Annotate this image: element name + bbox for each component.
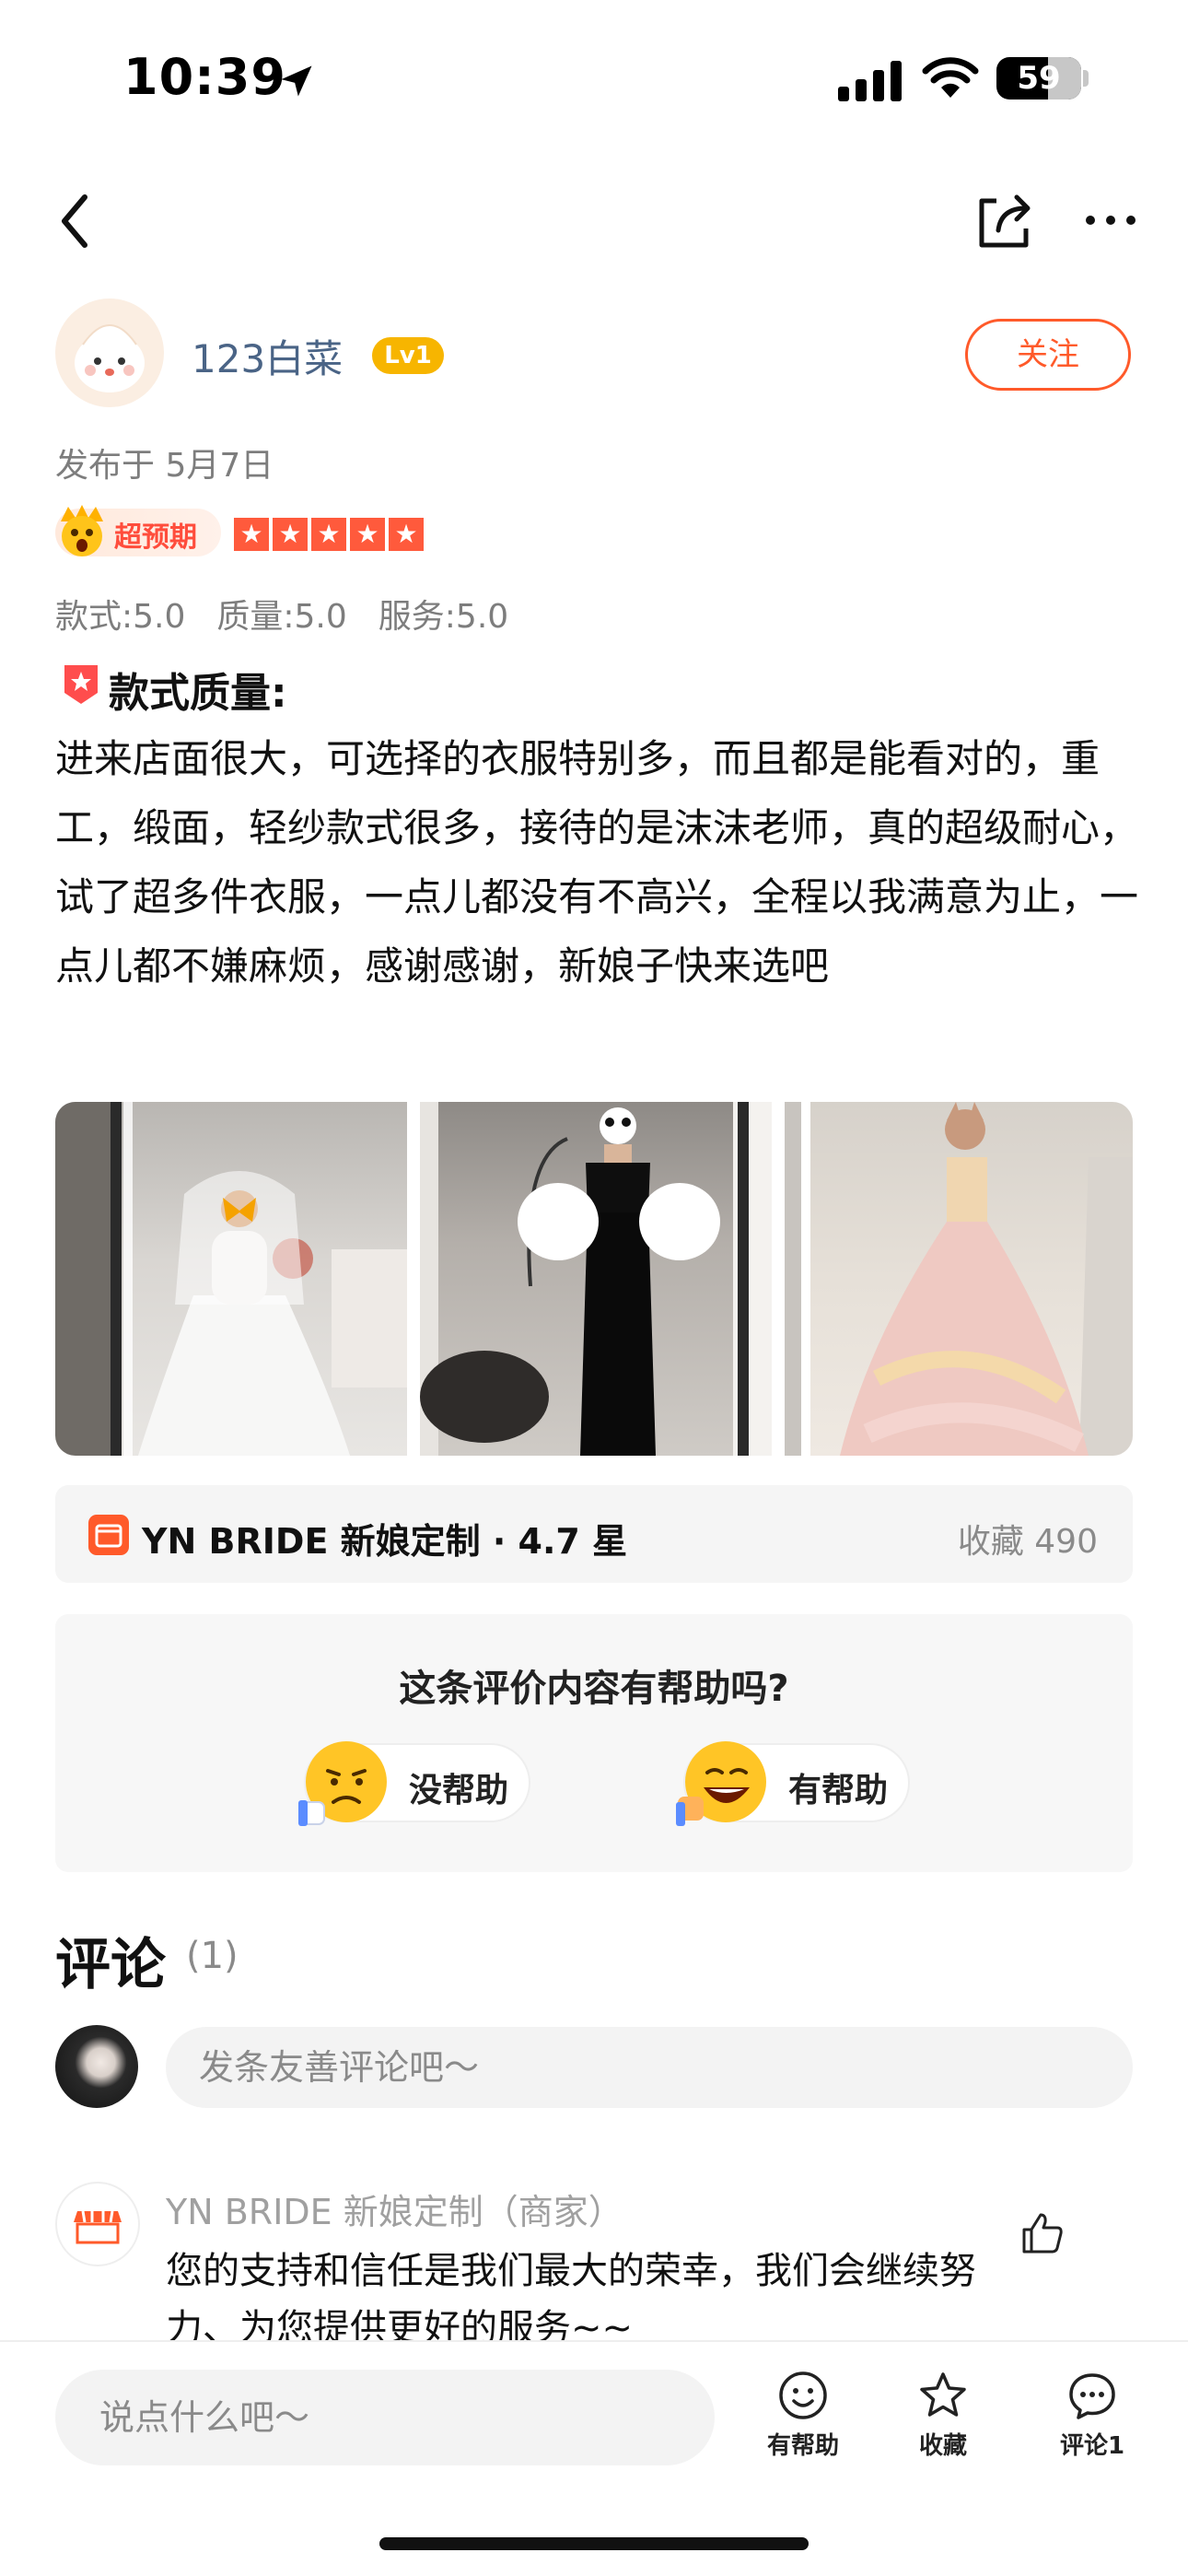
review-title: 款式质量: bbox=[109, 670, 287, 717]
favorite-action-label: 收藏 bbox=[918, 2432, 967, 2460]
photo-black-gown bbox=[420, 1102, 772, 1456]
follow-button[interactable]: 关注 bbox=[965, 319, 1131, 391]
review-body: 进来店面很大，可选择的衣服特别多，而且都是能看对的，重工，缎面，轻纱款式很多，接… bbox=[55, 736, 1139, 989]
review-photo-3[interactable] bbox=[785, 1102, 1133, 1456]
battery-tip bbox=[1083, 70, 1089, 87]
helpful-button[interactable]: 有帮助 bbox=[676, 1741, 910, 1826]
back-icon[interactable] bbox=[50, 184, 105, 258]
review-star-badge-icon bbox=[64, 665, 98, 704]
helpful-action[interactable]: 有帮助 bbox=[748, 2370, 858, 2461]
merchant-shop-icon bbox=[74, 2210, 122, 2244]
share-icon[interactable] bbox=[971, 188, 1035, 252]
frown-emoji-icon bbox=[298, 1741, 387, 1826]
shop-icon bbox=[88, 1515, 129, 1555]
helpful-question: 这条评价内容有帮助吗? bbox=[399, 1668, 789, 1710]
not-helpful-label: 没帮助 bbox=[409, 1772, 509, 1809]
photo-white-gown bbox=[55, 1102, 407, 1456]
star-icon: ★ bbox=[273, 518, 308, 551]
battery-level: 59 bbox=[1017, 60, 1061, 97]
photo-pink-gown bbox=[785, 1102, 1133, 1456]
helpful-action-label: 有帮助 bbox=[766, 2432, 839, 2460]
level-badge: Lv1 bbox=[372, 337, 444, 374]
cellular-signal-icon bbox=[838, 61, 902, 101]
score-service: 服务:5.0 bbox=[378, 598, 509, 636]
shop-link[interactable]: YN BRIDE 新娘定制 · 4.7 星 收藏 490 bbox=[55, 1485, 1133, 1583]
helpful-label: 有帮助 bbox=[788, 1772, 889, 1809]
exceeds-expectation-label: 超预期 bbox=[114, 521, 197, 554]
comment-icon bbox=[1069, 2373, 1115, 2419]
avatar-illustration bbox=[75, 324, 145, 392]
review-photo-2[interactable] bbox=[420, 1102, 772, 1456]
review-photo-1[interactable] bbox=[55, 1102, 407, 1456]
favorite-action[interactable]: 收藏 bbox=[888, 2370, 998, 2461]
comment-action-label: 评论1 bbox=[1059, 2432, 1125, 2460]
comment-author[interactable]: YN BRIDE 新娘定制（商家） bbox=[166, 2184, 623, 2234]
star-icon: ★ bbox=[311, 518, 346, 551]
home-indicator[interactable] bbox=[379, 2537, 809, 2550]
not-helpful-button[interactable]: 没帮助 bbox=[298, 1741, 530, 1826]
location-arrow-icon bbox=[281, 65, 312, 97]
score-style: 款式:5.0 bbox=[55, 598, 186, 636]
comments-title: 评论 bbox=[55, 1933, 166, 1997]
status-bar: 10:39 59 bbox=[0, 0, 1188, 157]
comment-action[interactable]: 评论1 bbox=[1037, 2370, 1147, 2461]
star-icon: ★ bbox=[389, 518, 424, 551]
comments-count: (1) bbox=[186, 1935, 239, 1977]
shop-name: YN BRIDE 新娘定制 · 4.7 星 bbox=[142, 1521, 628, 1562]
wifi-icon bbox=[922, 57, 979, 98]
smile-icon bbox=[779, 2371, 827, 2419]
rating-stars: ★ ★ ★ ★ ★ bbox=[234, 518, 424, 551]
sub-scores: 款式:5.0 质量:5.0 服务:5.0 bbox=[55, 590, 508, 638]
thumbs-up-icon[interactable] bbox=[1019, 2209, 1066, 2257]
comment-input[interactable]: 发条友善评论吧～ bbox=[166, 2027, 1133, 2108]
helpful-survey: 这条评价内容有帮助吗? 没帮助 有帮助 bbox=[55, 1614, 1133, 1872]
surprised-face-icon bbox=[61, 505, 103, 556]
star-icon: ★ bbox=[234, 518, 269, 551]
battery-indicator: 59 bbox=[996, 57, 1081, 100]
merchant-avatar[interactable] bbox=[55, 2182, 140, 2266]
status-time: 10:39 bbox=[123, 48, 286, 106]
username[interactable]: 123白菜 bbox=[192, 328, 343, 384]
star-icon bbox=[920, 2372, 966, 2417]
more-icon[interactable] bbox=[1083, 206, 1138, 234]
laugh-emoji-icon bbox=[676, 1741, 766, 1826]
shop-favorites-count: 收藏 490 bbox=[957, 1523, 1098, 1561]
publish-date: 发布于 5月7日 bbox=[55, 447, 274, 485]
reply-input[interactable]: 说点什么吧～ bbox=[55, 2370, 715, 2465]
user-avatar[interactable] bbox=[55, 299, 164, 407]
current-user-avatar bbox=[55, 2025, 138, 2108]
star-icon: ★ bbox=[350, 518, 385, 551]
score-quality: 质量:5.0 bbox=[216, 598, 347, 636]
